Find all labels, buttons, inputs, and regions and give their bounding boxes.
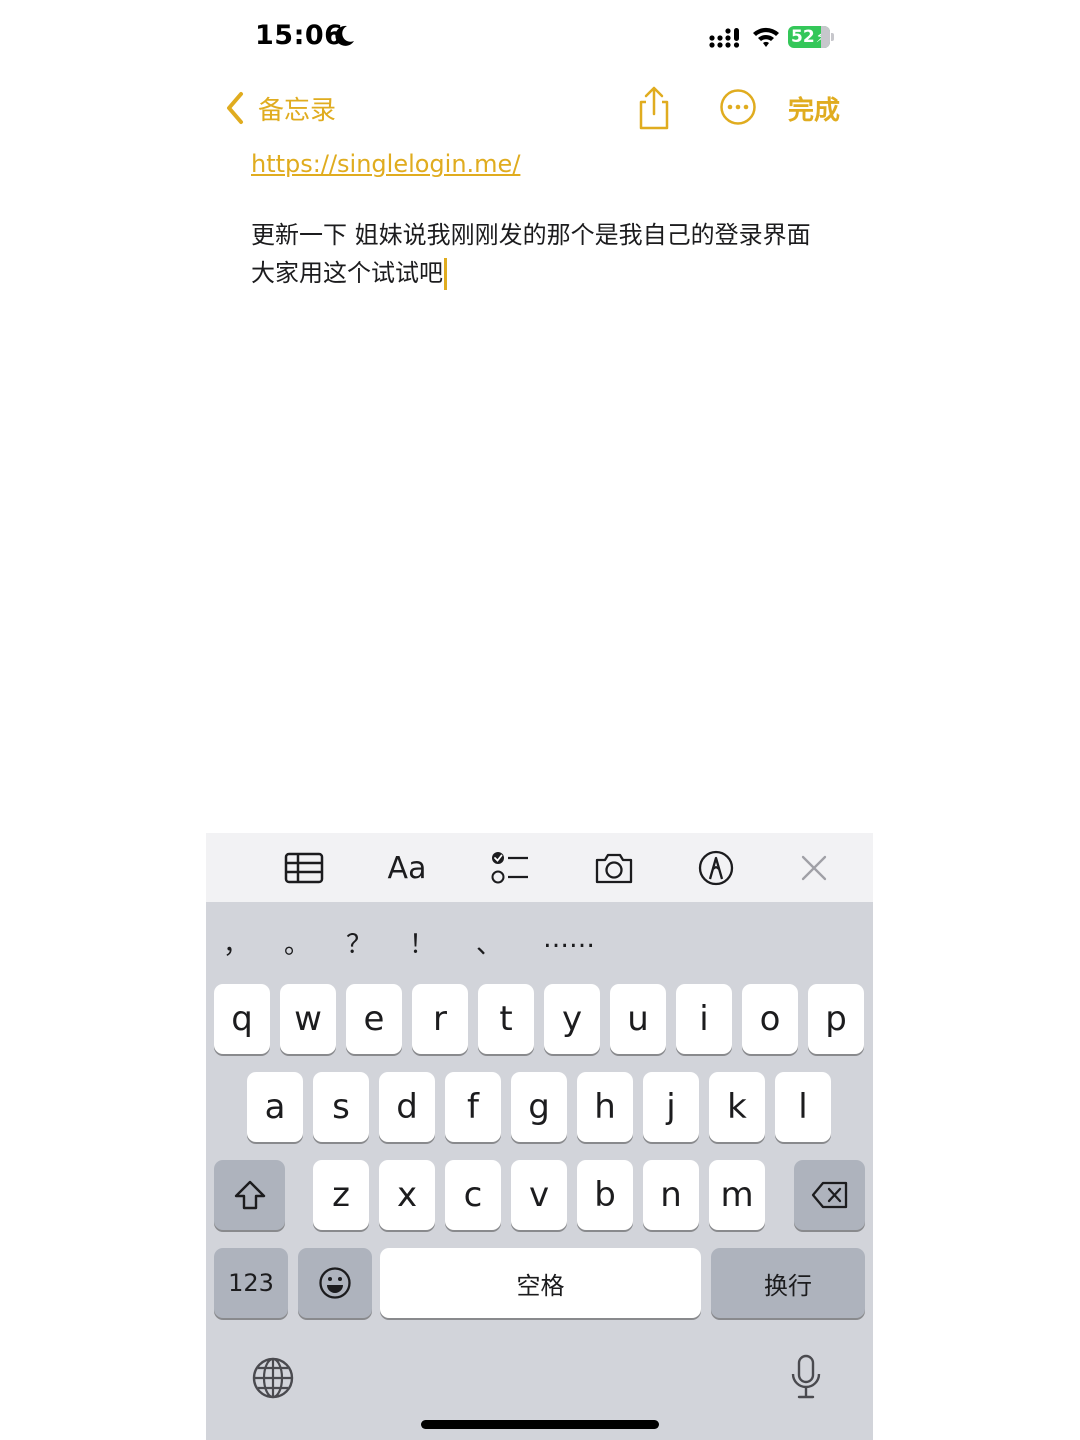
moon-icon [335,25,354,46]
emoji-key[interactable] [298,1248,372,1318]
key-v[interactable]: v [511,1160,567,1230]
key-z[interactable]: z [313,1160,369,1230]
note-text[interactable]: 更新一下 姐妹说我刚刚发的那个是我自己的登录界面 大家用这个试试吧 [251,216,841,292]
nav-bar: 备忘录 完成 [206,80,873,140]
text-cursor [444,258,447,290]
key-g[interactable]: g [511,1072,567,1142]
candidate-item[interactable]: 、 [476,924,502,961]
emoji-icon [319,1267,351,1299]
key-b[interactable]: b [577,1160,633,1230]
camera-icon[interactable] [592,847,636,889]
candidate-bar: ， 。 ？ ！ 、 …… [206,902,873,982]
key-d[interactable]: d [379,1072,435,1142]
key-a[interactable]: a [247,1072,303,1142]
shift-key[interactable] [214,1160,285,1230]
candidate-item[interactable]: ！ [409,924,435,961]
key-n[interactable]: n [643,1160,699,1230]
key-p[interactable]: p [808,984,864,1054]
key-h[interactable]: h [577,1072,633,1142]
note-text-content: 更新一下 姐妹说我刚刚发的那个是我自己的登录界面 大家用这个试试吧 [251,221,811,287]
close-icon[interactable] [798,847,830,889]
checklist-icon[interactable] [488,847,532,889]
markup-pen-icon[interactable] [694,847,738,889]
key-i[interactable]: i [676,984,732,1054]
key-f[interactable]: f [445,1072,501,1142]
key-e[interactable]: e [346,984,402,1054]
candidate-item[interactable]: ， [223,924,249,961]
key-j[interactable]: j [643,1072,699,1142]
note-link[interactable]: https://singlelogin.me/ [251,150,520,178]
key-s[interactable]: s [313,1072,369,1142]
key-l[interactable]: l [775,1072,831,1142]
format-toolbar: Aa [206,833,873,902]
key-u[interactable]: u [610,984,666,1054]
more-ellipsis-icon[interactable] [719,88,757,126]
key-c[interactable]: c [445,1160,501,1230]
done-button[interactable]: 完成 [788,90,840,127]
note-body[interactable]: https://singlelogin.me/ 更新一下 姐妹说我刚刚发的那个是… [251,150,851,292]
keyboard: ， 。 ？ ！ 、 …… q w e r t y u i o p a s d f… [206,902,873,1440]
microphone-icon[interactable] [790,1354,822,1400]
wifi-icon [753,27,779,47]
key-q[interactable]: q [214,984,270,1054]
battery-level: 52 [791,27,815,47]
space-key[interactable]: 空格 [380,1248,701,1318]
status-time: 15:06 [255,20,344,51]
candidate-item[interactable]: 。 [284,924,310,961]
delete-key[interactable] [794,1160,865,1230]
key-y[interactable]: y [544,984,600,1054]
candidate-item[interactable]: ？ [346,924,372,961]
status-bar: 15:06 52 ⚡ [206,0,873,80]
chevron-left-icon [227,92,243,124]
delete-icon [811,1181,847,1209]
key-k[interactable]: k [709,1072,765,1142]
globe-icon[interactable] [251,1356,295,1400]
share-icon[interactable] [634,84,674,132]
text-format-button[interactable]: Aa [384,847,430,889]
numbers-key[interactable]: 123 [214,1248,288,1318]
key-w[interactable]: w [280,984,336,1054]
battery-cap [831,33,834,41]
candidate-item[interactable]: …… [543,924,595,954]
back-label: 备忘录 [258,95,337,126]
key-x[interactable]: x [379,1160,435,1230]
key-r[interactable]: r [412,984,468,1054]
back-button[interactable]: 备忘录 [224,88,336,128]
table-icon[interactable] [282,847,326,889]
cellular-signal-icon [709,28,740,48]
home-indicator [421,1420,659,1429]
shift-icon [234,1180,265,1210]
battery-empty-portion [821,26,830,48]
key-m[interactable]: m [709,1160,765,1230]
return-key[interactable]: 换行 [711,1248,865,1318]
key-t[interactable]: t [478,984,534,1054]
battery-indicator: 52 ⚡ [788,26,830,48]
key-o[interactable]: o [742,984,798,1054]
